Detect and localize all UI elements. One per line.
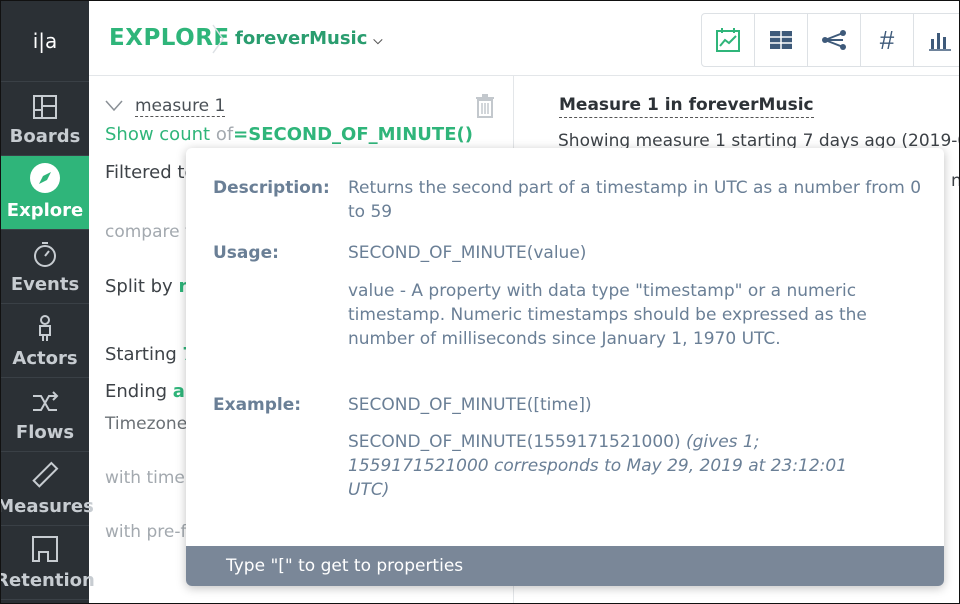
sidebar-item-actors[interactable]: Actors (1, 304, 89, 378)
chevron-down-icon: ⌵ (373, 33, 383, 47)
ending-value[interactable]: a (173, 381, 185, 402)
table-view-button[interactable] (755, 14, 808, 66)
hash-icon: # (879, 24, 895, 55)
description-value: Returns the second part of a timestamp i… (348, 178, 922, 222)
example-2-code: SECOND_OF_MINUTE(1559171521000) (348, 432, 681, 452)
breadcrumb-separator-icon (212, 24, 224, 54)
starting-label: Starting (105, 344, 177, 365)
show-count-select[interactable]: Show count (105, 124, 210, 145)
results-subtitle-cut: n (951, 171, 959, 191)
measure-name-input[interactable]: measure 1 (135, 96, 226, 117)
stopwatch-icon (34, 242, 56, 267)
sidebar-item-explore[interactable]: Explore (1, 156, 89, 230)
chart-view-button[interactable] (702, 14, 755, 66)
starting-row: Starting 7 (105, 344, 195, 365)
example-label: Example: (213, 395, 302, 415)
header-bar: EXPLORE foreverMusic ⌵ # (89, 1, 959, 76)
bar-chart-icon (929, 33, 951, 51)
usage-detail: value - A property with data type "times… (348, 281, 867, 349)
bar-view-button[interactable] (914, 14, 959, 66)
sidebar: i|a Boards Explore Events Actors Flows M… (1, 1, 95, 603)
ending-label: Ending (105, 381, 168, 402)
project-selector[interactable]: foreverMusic ⌵ (235, 28, 383, 49)
sidebar-item-label: Events (10, 274, 80, 295)
usage-label: Usage: (213, 243, 279, 263)
popup-footer-hint: Type "[" to get to properties (186, 546, 944, 586)
timezone-label[interactable]: Timezone: (105, 414, 193, 434)
measure-definition: Show count of=SECOND_OF_MINUTE() (105, 124, 473, 145)
sidebar-item-events[interactable]: Events (1, 230, 89, 304)
app-window: i|a Boards Explore Events Actors Flows M… (0, 0, 960, 604)
ruler-icon (32, 461, 59, 488)
chart-calendar-icon (716, 28, 740, 52)
usage-value: SECOND_OF_MINUTE(value) (348, 243, 587, 263)
example-1: SECOND_OF_MINUTE([time]) (348, 395, 592, 415)
description-label: Description: (213, 178, 330, 198)
example-2: SECOND_OF_MINUTE(1559171521000) (gives 1… (348, 430, 888, 502)
filtered-to-label[interactable]: Filtered to (105, 162, 195, 183)
app-logo[interactable]: i|a (1, 1, 89, 82)
flow-icon (822, 30, 846, 50)
compass-icon (30, 163, 60, 193)
split-by-row: Split by n (105, 276, 191, 297)
table-icon (770, 31, 792, 49)
function-help-popup: Description: Returns the second part of … (186, 148, 944, 586)
sidebar-item-boards[interactable]: Boards (1, 82, 89, 156)
sidebar-item-measures[interactable]: Measures (1, 452, 94, 526)
split-by-label: Split by (105, 276, 173, 297)
number-view-button[interactable]: # (861, 14, 914, 66)
chevron-down-icon[interactable] (105, 100, 123, 112)
prefilter-link[interactable]: with pre-fil (105, 522, 196, 542)
view-toolbar: # (701, 13, 959, 67)
sidebar-item-label: Measures (0, 496, 94, 517)
sidebar-item-retention[interactable]: Retention (1, 526, 95, 600)
flow-view-button[interactable] (808, 14, 861, 66)
sidebar-item-label: Boards (9, 126, 81, 147)
boards-icon (33, 95, 57, 119)
steps-icon (32, 536, 58, 562)
sidebar-item-label: Flows (15, 422, 75, 443)
project-name: foreverMusic (235, 28, 368, 49)
sidebar-item-label: Retention (0, 570, 95, 591)
sidebar-item-label: Explore (6, 200, 84, 221)
trash-icon[interactable] (475, 94, 495, 118)
of-label: of (215, 124, 234, 145)
person-icon (39, 315, 51, 341)
sidebar-item-flows[interactable]: Flows (1, 378, 89, 452)
flows-icon (33, 391, 59, 411)
ending-row: Ending a (105, 381, 185, 402)
sidebar-item-label: Actors (12, 348, 78, 369)
formula-input[interactable]: =SECOND_OF_MINUTE() (233, 124, 473, 145)
results-title[interactable]: Measure 1 in foreverMusic (559, 95, 814, 118)
